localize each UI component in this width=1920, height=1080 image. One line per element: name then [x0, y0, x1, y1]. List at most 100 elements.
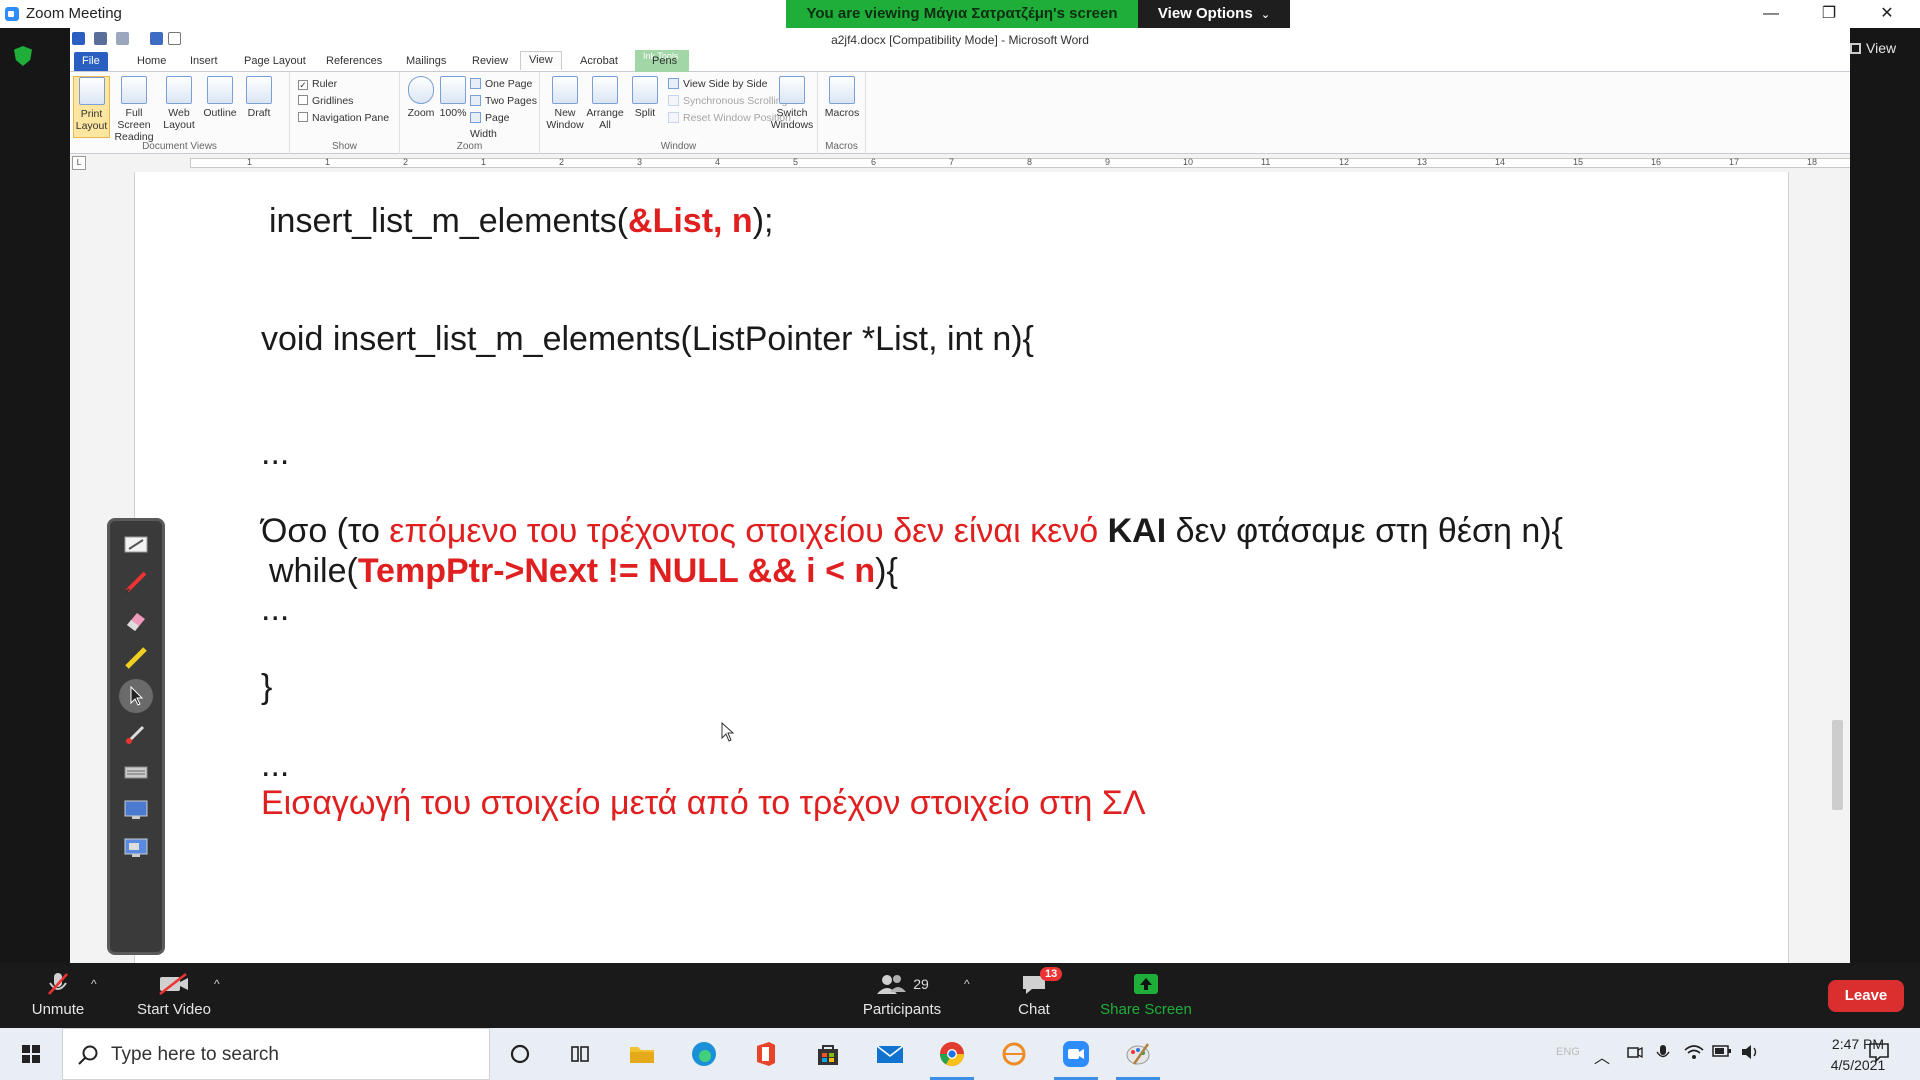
- start-video-button[interactable]: Start Video: [133, 971, 215, 1018]
- tab-view[interactable]: View: [520, 51, 562, 70]
- view-options-label: View Options: [1157, 5, 1253, 22]
- cortana-button[interactable]: [492, 1028, 548, 1080]
- minimize-button[interactable]: —: [1742, 0, 1800, 28]
- participants-button[interactable]: 29 Participants: [858, 971, 946, 1018]
- document-page[interactable]: insert_list_m_elements(&List, n); void i…: [134, 172, 1789, 963]
- ruler-number: 16: [1651, 157, 1662, 167]
- tab-selector-icon[interactable]: L: [72, 156, 86, 170]
- meet-now-icon[interactable]: [1626, 1044, 1644, 1067]
- web-layout-button[interactable]: Web Layout: [160, 76, 198, 131]
- ellipsis-1: ...: [261, 434, 290, 472]
- highlighter-tool-icon[interactable]: [119, 641, 153, 675]
- scrollbar-thumb[interactable]: [1832, 720, 1843, 810]
- vertical-scrollbar[interactable]: [1830, 172, 1846, 963]
- view-button[interactable]: View: [1850, 40, 1896, 56]
- chrome-button[interactable]: [924, 1028, 980, 1080]
- split-button[interactable]: Split: [626, 76, 664, 119]
- pen-tool-icon[interactable]: [119, 565, 153, 599]
- store-button[interactable]: [800, 1028, 856, 1080]
- document-title: a2jf4.docx [Compatibility Mode] - Micros…: [831, 33, 1089, 47]
- brush-tool-icon[interactable]: [119, 717, 153, 751]
- mail-button[interactable]: [862, 1028, 918, 1080]
- office-button[interactable]: [738, 1028, 794, 1080]
- code-line-while: while(TempPtr->Next != NULL && i < n){: [269, 552, 898, 591]
- ruler-number: 15: [1573, 157, 1584, 167]
- while-keyword: while(: [269, 552, 358, 590]
- file-explorer-button[interactable]: [614, 1028, 670, 1080]
- share-screen-icon: [1096, 971, 1196, 997]
- tab-mailings[interactable]: Mailings: [398, 53, 454, 72]
- eraser-tool-icon[interactable]: [119, 603, 153, 637]
- while-end: ){: [875, 552, 898, 590]
- security-shield-icon: [14, 46, 32, 66]
- two-pages-button[interactable]: Two Pages: [470, 93, 537, 109]
- draw-tool-icon[interactable]: [119, 527, 153, 561]
- notifications-icon[interactable]: [1868, 1041, 1890, 1068]
- zoom-100-button[interactable]: 100%: [434, 76, 472, 119]
- app-button[interactable]: [986, 1028, 1042, 1080]
- audio-options-caret-icon[interactable]: ^: [91, 977, 97, 991]
- arrange-all-label: Arrange All: [586, 107, 624, 131]
- microphone-icon[interactable]: [1656, 1044, 1670, 1067]
- zoom-meeting-controls: Unmute ^ Start Video ^ 29 Participants ^…: [0, 963, 1920, 1028]
- edge-button[interactable]: [676, 1028, 732, 1080]
- ruler-number: 10: [1183, 157, 1194, 167]
- arrange-all-button[interactable]: Arrange All: [586, 76, 624, 131]
- outline-label: Outline: [203, 107, 237, 119]
- horizontal-ruler[interactable]: L 11212345678910111213141516171819: [70, 154, 1850, 172]
- page-width-icon: [470, 112, 481, 123]
- close-button[interactable]: ✕: [1858, 0, 1916, 28]
- tab-file[interactable]: File: [74, 52, 108, 71]
- screen-capture-icon[interactable]: [119, 793, 153, 827]
- zoom-app-button[interactable]: [1048, 1028, 1104, 1080]
- leave-button[interactable]: Leave: [1828, 980, 1904, 1012]
- macros-button[interactable]: Macros: [823, 76, 861, 119]
- task-view-button[interactable]: [552, 1028, 608, 1080]
- start-button[interactable]: [3, 1028, 59, 1080]
- ruler-number: 5: [793, 157, 799, 167]
- one-page-button[interactable]: One Page: [470, 76, 532, 92]
- language-indicator[interactable]: ENG: [1556, 1046, 1580, 1058]
- page-width-button[interactable]: Page Width: [470, 110, 539, 140]
- gridlines-checkbox[interactable]: Gridlines: [298, 93, 353, 109]
- draft-button[interactable]: Draft: [240, 76, 278, 119]
- share-screen-button[interactable]: Share Screen: [1096, 971, 1196, 1018]
- tab-home[interactable]: Home: [129, 53, 174, 72]
- tab-pens[interactable]: Pens: [644, 53, 685, 72]
- participants-caret-icon[interactable]: ^: [964, 977, 970, 991]
- checkbox-checked-icon: [298, 80, 308, 90]
- view-options-button[interactable]: View Options ⌄: [1138, 0, 1290, 28]
- ruler-checkbox[interactable]: Ruler: [298, 76, 337, 92]
- keyboard-tool-icon[interactable]: [119, 755, 153, 789]
- battery-icon[interactable]: [1712, 1044, 1732, 1063]
- chat-button[interactable]: 13 Chat: [1008, 967, 1063, 1018]
- ellipsis-3: ...: [261, 746, 290, 784]
- show-hidden-icons-chevron-icon[interactable]: ︿: [1594, 1044, 1610, 1068]
- full-screen-reading-button[interactable]: Full Screen Reading: [112, 76, 156, 143]
- wifi-icon[interactable]: [1684, 1044, 1704, 1065]
- tab-acrobat[interactable]: Acrobat: [572, 53, 626, 72]
- new-window-button[interactable]: New Window: [546, 76, 584, 131]
- video-options-caret-icon[interactable]: ^: [214, 977, 220, 991]
- switch-windows-button[interactable]: Switch Windows: [770, 76, 814, 131]
- monitor-tool-icon[interactable]: [119, 831, 153, 865]
- tab-insert[interactable]: Insert: [182, 53, 226, 72]
- outline-button[interactable]: Outline: [201, 76, 239, 119]
- search-placeholder: Type here to search: [111, 1044, 279, 1065]
- view-side-by-side-label: View Side by Side: [683, 78, 768, 90]
- ruler-number: 2: [403, 157, 409, 167]
- pseudocode-and: ΚΑΙ: [1107, 512, 1167, 550]
- volume-icon[interactable]: [1740, 1044, 1760, 1065]
- tab-references[interactable]: References: [318, 53, 390, 72]
- navigation-pane-checkbox[interactable]: Navigation Pane: [298, 110, 389, 126]
- unmute-button[interactable]: Unmute: [22, 971, 94, 1018]
- paint-app-button[interactable]: [1110, 1028, 1166, 1080]
- restore-button[interactable]: ❐: [1800, 0, 1858, 28]
- view-side-by-side-button[interactable]: View Side by Side: [668, 76, 767, 92]
- taskbar-search-box[interactable]: Type here to search: [62, 1028, 490, 1080]
- tab-review[interactable]: Review: [464, 53, 516, 72]
- tab-page-layout[interactable]: Page Layout: [236, 53, 314, 72]
- ruler-number: 1: [325, 157, 331, 167]
- select-arrow-icon[interactable]: [119, 679, 153, 713]
- print-layout-button[interactable]: Print Layout: [73, 76, 110, 138]
